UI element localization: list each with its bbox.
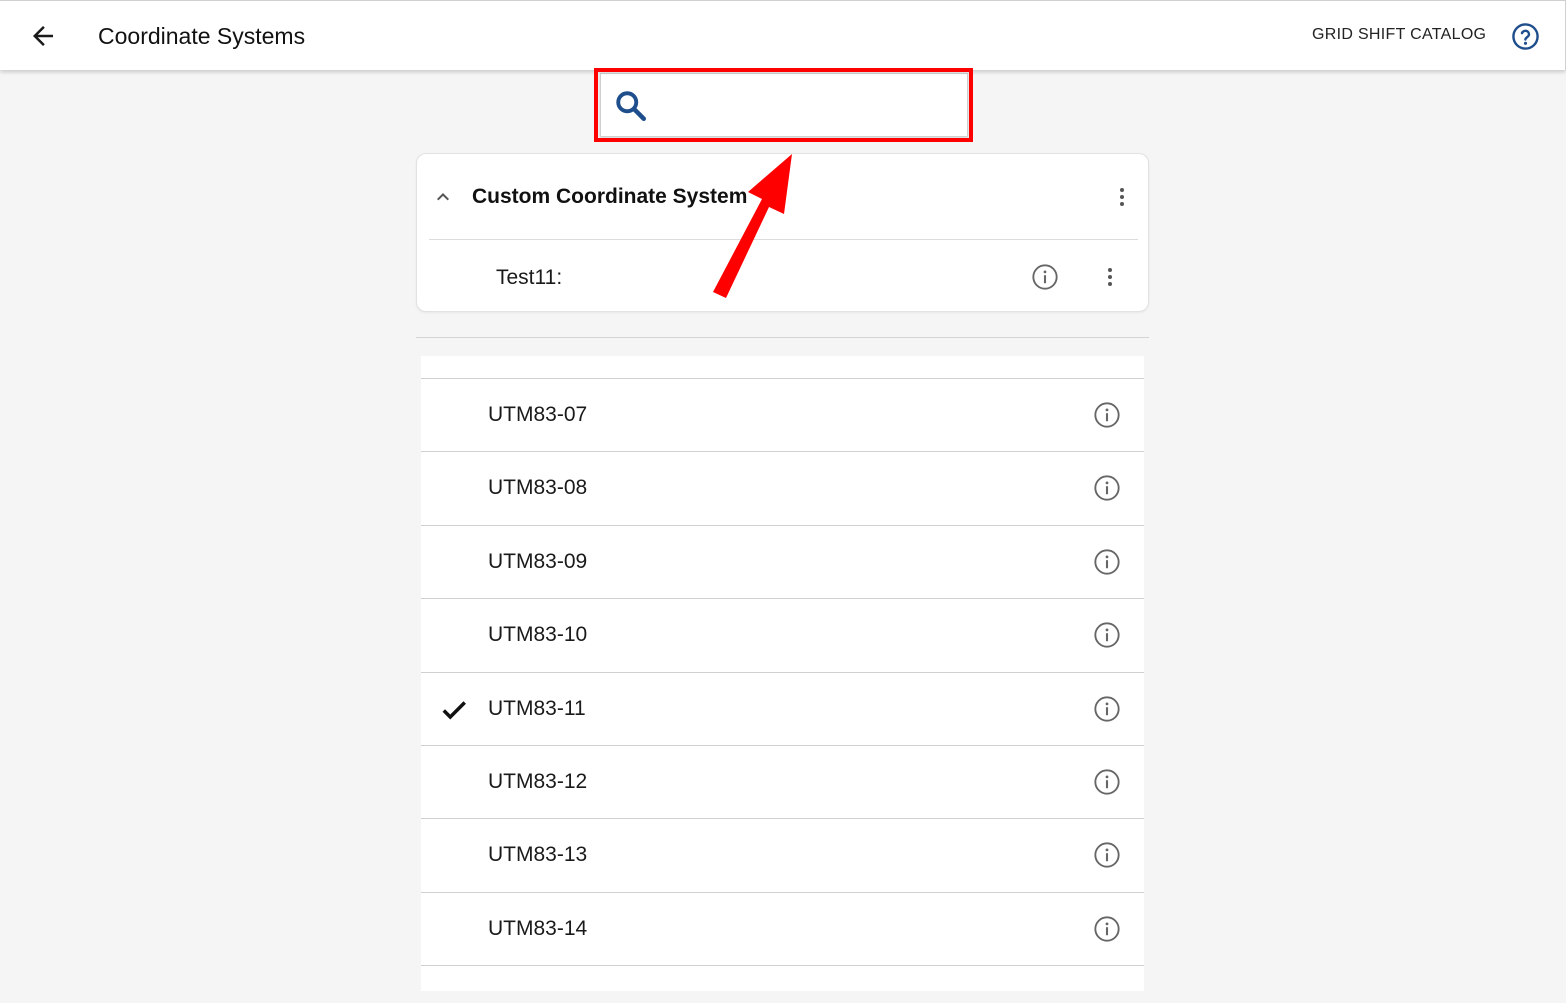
partial-list-item xyxy=(421,356,1144,379)
section-title: Custom Coordinate System xyxy=(472,185,748,208)
grid-shift-catalog-button[interactable]: GRID SHIFT CATALOG xyxy=(1300,26,1498,44)
info-icon xyxy=(1094,549,1120,575)
info-icon xyxy=(1094,769,1120,795)
list-item-label: UTM83-11 xyxy=(488,696,586,720)
list-item-utm83-09[interactable]: UTM83-09 xyxy=(421,525,1144,600)
list-item-label: UTM83-09 xyxy=(488,549,588,573)
info-button[interactable] xyxy=(1093,474,1121,502)
info-button[interactable] xyxy=(1093,841,1121,869)
info-button[interactable] xyxy=(1093,548,1121,576)
list-item-label: UTM83-12 xyxy=(488,769,588,793)
custom-system-menu-button[interactable] xyxy=(1098,263,1122,291)
section-divider xyxy=(416,337,1149,338)
coordinate-system-list[interactable]: UTM83-07 UTM83-08 UTM83-09 UTM83-10 UTM8… xyxy=(421,356,1144,991)
list-item-utm83-13[interactable]: UTM83-13 xyxy=(421,819,1144,893)
info-icon xyxy=(1094,402,1120,428)
arrow-left-icon xyxy=(33,26,53,46)
list-item-utm83-11[interactable]: UTM83-11 xyxy=(421,672,1144,746)
list-item-utm83-14[interactable]: UTM83-14 xyxy=(421,892,1144,967)
check-icon xyxy=(439,695,469,725)
list-item-utm83-08[interactable]: UTM83-08 xyxy=(421,452,1144,526)
list-item-utm83-07[interactable]: UTM83-07 xyxy=(421,379,1144,453)
info-icon xyxy=(1094,622,1120,648)
info-button[interactable] xyxy=(1093,768,1121,796)
info-icon xyxy=(1094,842,1120,868)
info-icon xyxy=(1094,475,1120,501)
section-menu-button[interactable] xyxy=(1110,184,1134,210)
custom-system-row[interactable]: Test11: xyxy=(417,240,1148,312)
list-item-label: UTM83-14 xyxy=(488,916,588,940)
search-icon xyxy=(613,88,649,124)
chevron-up-icon xyxy=(437,193,449,201)
custom-coordinate-system-card: Custom Coordinate System Test11: xyxy=(416,153,1149,312)
help-circle-icon xyxy=(1512,23,1539,50)
info-icon xyxy=(1032,264,1058,290)
list-item-label: UTM83-07 xyxy=(488,403,588,426)
page-title: Coordinate Systems xyxy=(98,23,306,49)
list-item-label: UTM83-08 xyxy=(488,476,588,500)
custom-system-label: Test11: xyxy=(496,266,563,289)
info-button[interactable] xyxy=(1093,915,1121,943)
more-vert-icon xyxy=(1120,188,1124,206)
list-item-label: UTM83-13 xyxy=(488,843,588,867)
info-icon xyxy=(1094,916,1120,942)
collapse-button[interactable] xyxy=(431,185,455,209)
list-item-label: UTM83-10 xyxy=(488,623,588,647)
info-icon xyxy=(1094,695,1120,722)
search-box[interactable] xyxy=(600,73,968,137)
list-item-utm83-12[interactable]: UTM83-12 xyxy=(421,745,1144,820)
help-button[interactable] xyxy=(1511,22,1540,51)
info-button[interactable] xyxy=(1093,695,1121,723)
list-items: UTM83-07 UTM83-08 UTM83-09 UTM83-10 UTM8… xyxy=(421,379,1144,967)
more-vert-icon xyxy=(1108,268,1112,286)
info-button[interactable] xyxy=(1093,621,1121,649)
app-bar: Coordinate Systems GRID SHIFT CATALOG xyxy=(0,0,1566,70)
list-item-utm83-10[interactable]: UTM83-10 xyxy=(421,599,1144,673)
back-button[interactable] xyxy=(28,21,58,51)
custom-system-info-button[interactable] xyxy=(1031,263,1059,291)
info-button[interactable] xyxy=(1093,401,1121,429)
search-input[interactable] xyxy=(659,84,955,128)
